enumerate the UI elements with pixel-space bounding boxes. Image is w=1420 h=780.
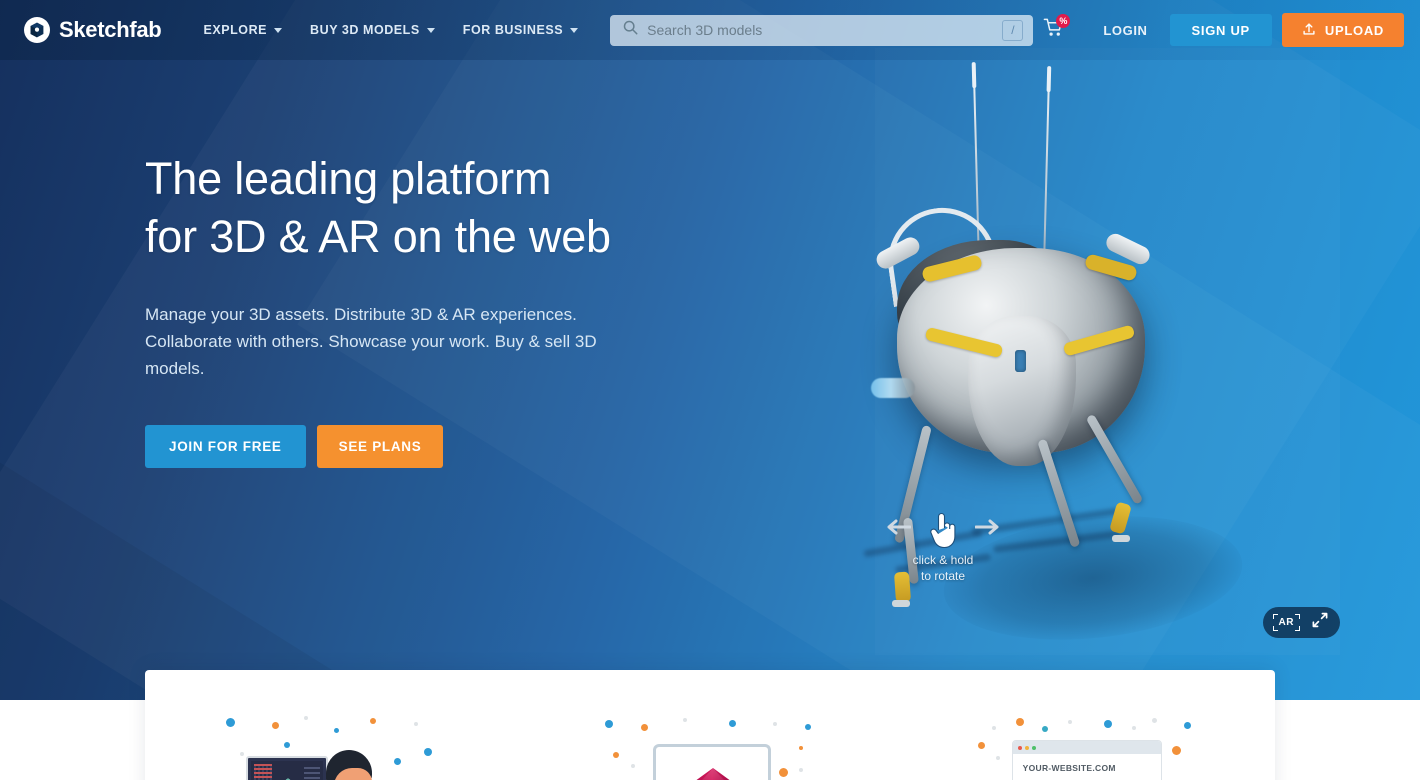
robot-foot-tip xyxy=(1112,535,1130,542)
rotate-hint: click & hold to rotate xyxy=(883,510,1003,584)
chevron-down-icon xyxy=(570,27,579,33)
chevron-down-icon xyxy=(426,27,435,33)
ar-view-button[interactable]: AR xyxy=(1272,614,1300,631)
robot-chest-port xyxy=(1015,350,1026,372)
browser-titlebar xyxy=(1012,741,1161,754)
hero-subcopy: Manage your 3D assets. Distribute 3D & A… xyxy=(145,305,597,378)
see-plans-button[interactable]: SEE PLANS xyxy=(316,425,444,468)
robot-antenna xyxy=(1043,66,1052,267)
join-for-free-button[interactable]: JOIN FOR FREE xyxy=(145,425,306,468)
arrow-left-icon xyxy=(885,519,912,540)
chevron-down-icon xyxy=(274,27,283,33)
nav-item-for-business-label: FOR BUSINESS xyxy=(462,23,564,37)
framed-3d-gem-illustration xyxy=(595,712,825,780)
website-browser-illustration: YOUR-WEBSITE.COM xyxy=(972,712,1202,780)
browser-minimize-dot xyxy=(1024,745,1029,750)
hero-cta-row: JOIN FOR FREE SEE PLANS xyxy=(145,425,705,468)
nav-item-explore[interactable]: EXPLORE xyxy=(189,15,296,45)
hero-copy-block: The leading platform for 3D & AR on the … xyxy=(145,150,705,468)
search-container: / xyxy=(610,14,1034,46)
robot-foot-tip xyxy=(892,600,910,607)
monitor-icon xyxy=(246,756,329,780)
nav-item-buy-3d-models[interactable]: BUY 3D MODELS xyxy=(296,15,449,45)
nav-item-explore-label: EXPLORE xyxy=(203,23,268,37)
browser-close-dot xyxy=(1017,745,1022,750)
rotate-hint-text: click & hold to rotate xyxy=(883,552,1003,584)
browser-window-mockup: YOUR-WEBSITE.COM xyxy=(1011,740,1162,780)
nav-item-buy-3d-models-label: BUY 3D MODELS xyxy=(310,23,420,37)
ar-view-icon: AR xyxy=(1272,614,1300,631)
browser-maximize-dot xyxy=(1031,745,1036,750)
browser-site-title: YOUR-WEBSITE.COM xyxy=(1022,763,1116,773)
person-at-computer-illustration xyxy=(218,712,448,780)
3d-model-viewer[interactable]: click & hold to rotate AR xyxy=(863,48,1340,655)
headline-line-1: The leading platform xyxy=(145,153,552,204)
ar-label: AR xyxy=(1278,617,1294,628)
feature-column-embed[interactable]: YOUR-WEBSITE.COM xyxy=(898,670,1275,780)
search-input[interactable] xyxy=(647,22,1003,38)
search-shortcut-key: / xyxy=(1002,19,1024,41)
upload-arrow-icon xyxy=(1302,22,1316,39)
page-title: The leading platform for 3D & AR on the … xyxy=(145,150,705,266)
login-link[interactable]: LOGIN xyxy=(1081,13,1169,48)
headline-line-2: for 3D & AR on the web xyxy=(145,211,611,262)
nav-right-actions: % LOGIN SIGN UP UPLOAD xyxy=(1033,10,1404,50)
shopping-cart-button[interactable]: % xyxy=(1033,10,1073,50)
rotate-hint-icons xyxy=(883,510,1003,550)
viewer-controls-bar: AR xyxy=(1262,607,1340,638)
page-root: Sketchfab EXPLORE BUY 3D MODELS FOR BUSI… xyxy=(0,0,1420,780)
top-navigation-bar: Sketchfab EXPLORE BUY 3D MODELS FOR BUSI… xyxy=(0,0,1420,60)
brand-logo-link[interactable]: Sketchfab xyxy=(24,17,162,43)
feature-cards-panel: YOUR-WEBSITE.COM xyxy=(145,670,1275,780)
rotate-hint-line-2: to rotate xyxy=(920,569,966,583)
fullscreen-expand-icon xyxy=(1312,612,1328,633)
robot-antenna-tip xyxy=(971,62,977,89)
arrow-right-icon xyxy=(974,519,1001,540)
main-nav-links: EXPLORE BUY 3D MODELS FOR BUSINESS xyxy=(189,15,592,45)
upload-button-label: UPLOAD xyxy=(1324,22,1384,38)
feature-column-showcase[interactable] xyxy=(522,670,899,780)
feature-column-create[interactable] xyxy=(145,670,522,780)
3d-robot-model[interactable] xyxy=(775,48,1375,654)
sketchfab-cube-logo-icon xyxy=(24,17,50,43)
robot-thruster-glow xyxy=(871,378,915,398)
search-icon xyxy=(623,20,638,40)
brand-name-text: Sketchfab xyxy=(59,17,162,42)
fullscreen-button[interactable] xyxy=(1312,612,1328,633)
upload-button[interactable]: UPLOAD xyxy=(1281,13,1404,47)
search-box[interactable]: / xyxy=(610,14,1034,46)
robot-antenna-tip xyxy=(1046,66,1052,93)
pointing-hand-cursor-icon xyxy=(926,510,960,555)
cart-discount-badge: % xyxy=(1056,14,1071,28)
nav-item-for-business[interactable]: FOR BUSINESS xyxy=(449,15,592,45)
robot-leg xyxy=(1085,413,1144,505)
signup-button[interactable]: SIGN UP xyxy=(1169,14,1272,46)
